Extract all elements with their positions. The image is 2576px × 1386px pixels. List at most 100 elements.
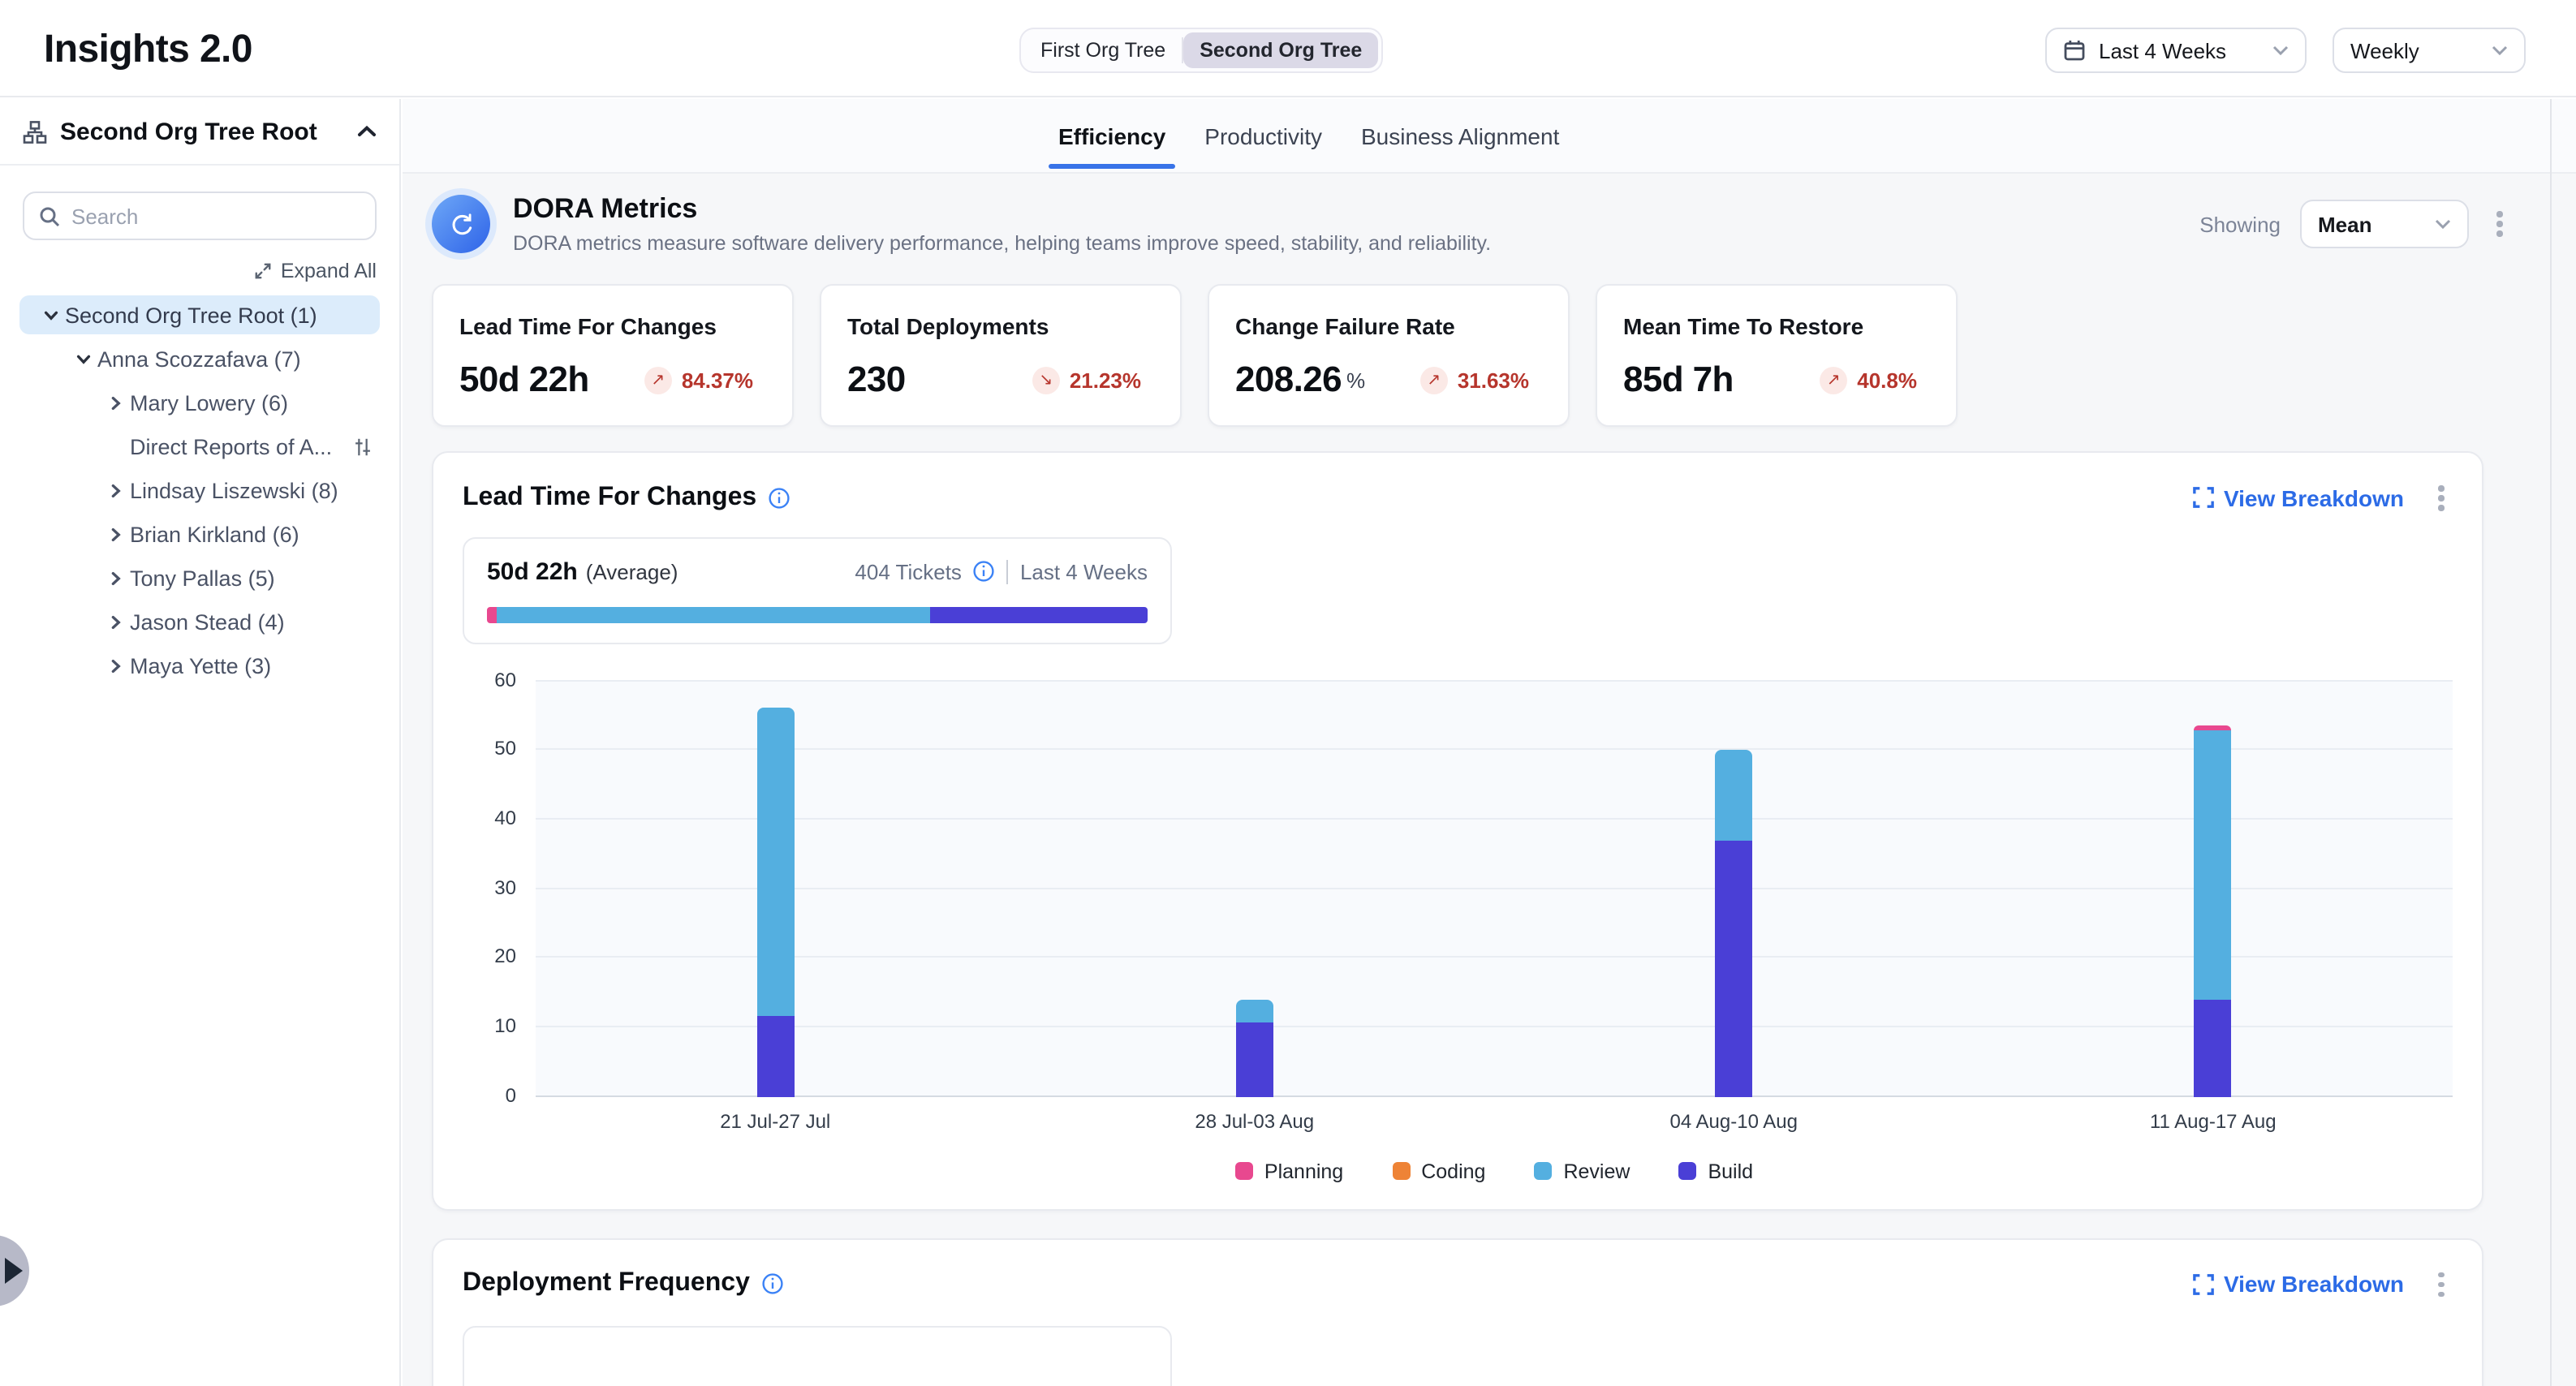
lead-time-panel: Lead Time For Changes View Breakdown [432,451,2483,1210]
org-tree-icon [23,119,47,144]
tab-efficiency[interactable]: Efficiency [1058,99,1165,172]
chevron-down-icon[interactable] [68,346,97,372]
divider [1007,559,1009,583]
kebab-menu-icon[interactable] [2430,1265,2453,1303]
stacked-bar-21-jul-27-jul[interactable] [756,707,794,1096]
metric-delta-value: 21.23% [1070,368,1141,392]
bar-slot [1015,681,1495,1096]
metric-value: 230 [847,359,906,401]
legend-item-planning: Planning [1235,1160,1343,1182]
chevron-right-icon[interactable] [101,652,130,678]
chevron-right-icon[interactable] [101,477,130,503]
toggle-first-org-tree[interactable]: First Org Tree [1024,32,1182,68]
search-input[interactable] [71,204,360,228]
deployment-frequency-panel: Deployment Frequency View Breakdown [432,1238,2483,1386]
x-axis-label: 04 Aug-10 Aug [1494,1109,1974,1132]
bar-slot [1494,681,1974,1096]
metric-delta: ↗40.8% [1820,366,1917,394]
filter-sliders-icon[interactable] [352,436,373,457]
tree-item[interactable]: Maya Yette (3) [19,646,380,685]
date-range-select[interactable]: Last 4 Weeks [2045,28,2307,73]
legend-item-coding: Coding [1392,1160,1485,1182]
phase-segment-planning [487,606,497,622]
stacked-bar-28-jul-03-aug[interactable] [1236,1000,1273,1096]
sidebar-header[interactable]: Second Org Tree Root [0,99,399,166]
kebab-menu-icon[interactable] [2488,205,2511,243]
tree-item[interactable]: Brian Kirkland (6) [19,514,380,553]
tab-business-alignment[interactable]: Business Alignment [1361,99,1559,172]
showing-label: Showing [2199,212,2281,236]
legend-swatch [1392,1162,1410,1180]
bar-segment-review [2195,731,2232,1000]
chevron-spacer [101,433,130,459]
tree-item[interactable]: Second Org Tree Root (1) [19,295,380,334]
sidebar-collapse-handle[interactable] [0,1235,29,1306]
view-breakdown-button[interactable]: View Breakdown [2193,485,2404,511]
triangle-right-icon [5,1258,23,1284]
expand-all-button[interactable]: Expand All [23,260,377,282]
stacked-bar-04-aug-10-aug[interactable] [1715,750,1752,1096]
chevron-down-icon [2435,219,2451,229]
bar-segment-build [1236,1022,1273,1096]
chevron-right-icon[interactable] [101,390,130,415]
metric-unit: % [1346,368,1365,392]
metric-delta: ↗84.37% [644,366,753,394]
search-box [23,192,377,240]
tree-item[interactable]: Tony Pallas (5) [19,558,380,597]
sidebar: Second Org Tree Root Expand All Second O… [0,99,401,1386]
deployment-panel-header: Deployment Frequency View Breakdown [463,1265,2453,1303]
chevron-right-icon[interactable] [101,565,130,591]
bar-slot [1974,681,2453,1096]
app-header: Insights 2.0 First Org TreeSecond Org Tr… [0,0,2576,97]
metric-delta: ↗31.63% [1420,366,1529,394]
legend-item-build: Build [1678,1160,1753,1182]
trend-up-icon: ↗ [644,366,672,394]
tree-item[interactable]: Jason Stead (4) [19,602,380,641]
aggregation-select[interactable]: Mean [2300,200,2469,248]
info-icon[interactable] [973,560,996,583]
bar-segment-planning [2195,725,2232,731]
chevron-right-icon[interactable] [101,609,130,635]
chevron-down-icon [2272,45,2289,55]
dora-titles: DORA Metrics DORA metrics measure softwa… [513,193,2199,255]
trend-up-icon: ↗ [1820,366,1847,394]
summary-meta: 404 Tickets Last 4 Weeks [855,559,1148,583]
metric-cards: Lead Time For Changes50d 22h↗84.37%Total… [432,284,2483,427]
kebab-menu-icon[interactable] [2430,479,2453,517]
info-icon[interactable] [768,487,790,510]
info-icon[interactable] [761,1273,784,1296]
granularity-value: Weekly [2350,38,2479,62]
metric-card-mean-time-to-restore: Mean Time To Restore85d 7h↗40.8% [1596,284,1958,427]
lead-time-title: Lead Time For Changes [463,484,756,513]
metric-title: Total Deployments [847,313,1154,339]
view-breakdown-button[interactable]: View Breakdown [2193,1272,2404,1298]
chevron-up-icon[interactable] [357,125,377,138]
legend-label: Planning [1264,1160,1343,1182]
y-axis-tick: 0 [506,1083,516,1106]
granularity-select[interactable]: Weekly [2333,28,2526,73]
dora-title: DORA Metrics [513,193,2199,226]
tree-item[interactable]: Mary Lowery (6) [19,383,380,422]
metric-delta-value: 31.63% [1458,368,1529,392]
tree-item[interactable]: Direct Reports of A... [19,427,380,466]
metric-card-total-deployments: Total Deployments 230↘21.23% [820,284,1182,427]
insights-app: Insights 2.0 First Org TreeSecond Org Tr… [0,0,2576,1386]
chevron-down-icon[interactable] [36,302,65,328]
chevron-right-icon[interactable] [101,521,130,547]
tree-item[interactable]: Anna Scozzafava (7) [19,339,380,378]
y-axis-tick: 30 [494,876,516,898]
content-area: DORA Metrics DORA metrics measure softwa… [403,174,2576,1386]
dora-cycle-icon [432,195,490,253]
metric-card-lead-time-for-changes: Lead Time For Changes50d 22h↗84.37% [432,284,794,427]
metric-row: 230↘21.23% [847,359,1154,401]
tree-item-label: Anna Scozzafava (7) [97,346,380,371]
bar-segment-build [2195,1000,2232,1096]
tab-productivity[interactable]: Productivity [1204,99,1322,172]
showing-controls: Showing Mean [2199,200,2511,248]
chevron-down-icon [2492,45,2508,55]
legend-label: Review [1563,1160,1630,1182]
toggle-second-org-tree[interactable]: Second Org Tree [1183,32,1378,68]
legend-item-review: Review [1534,1160,1630,1182]
tree-item[interactable]: Lindsay Liszewski (8) [19,471,380,510]
stacked-bar-11-aug-17-aug[interactable] [2195,725,2232,1096]
